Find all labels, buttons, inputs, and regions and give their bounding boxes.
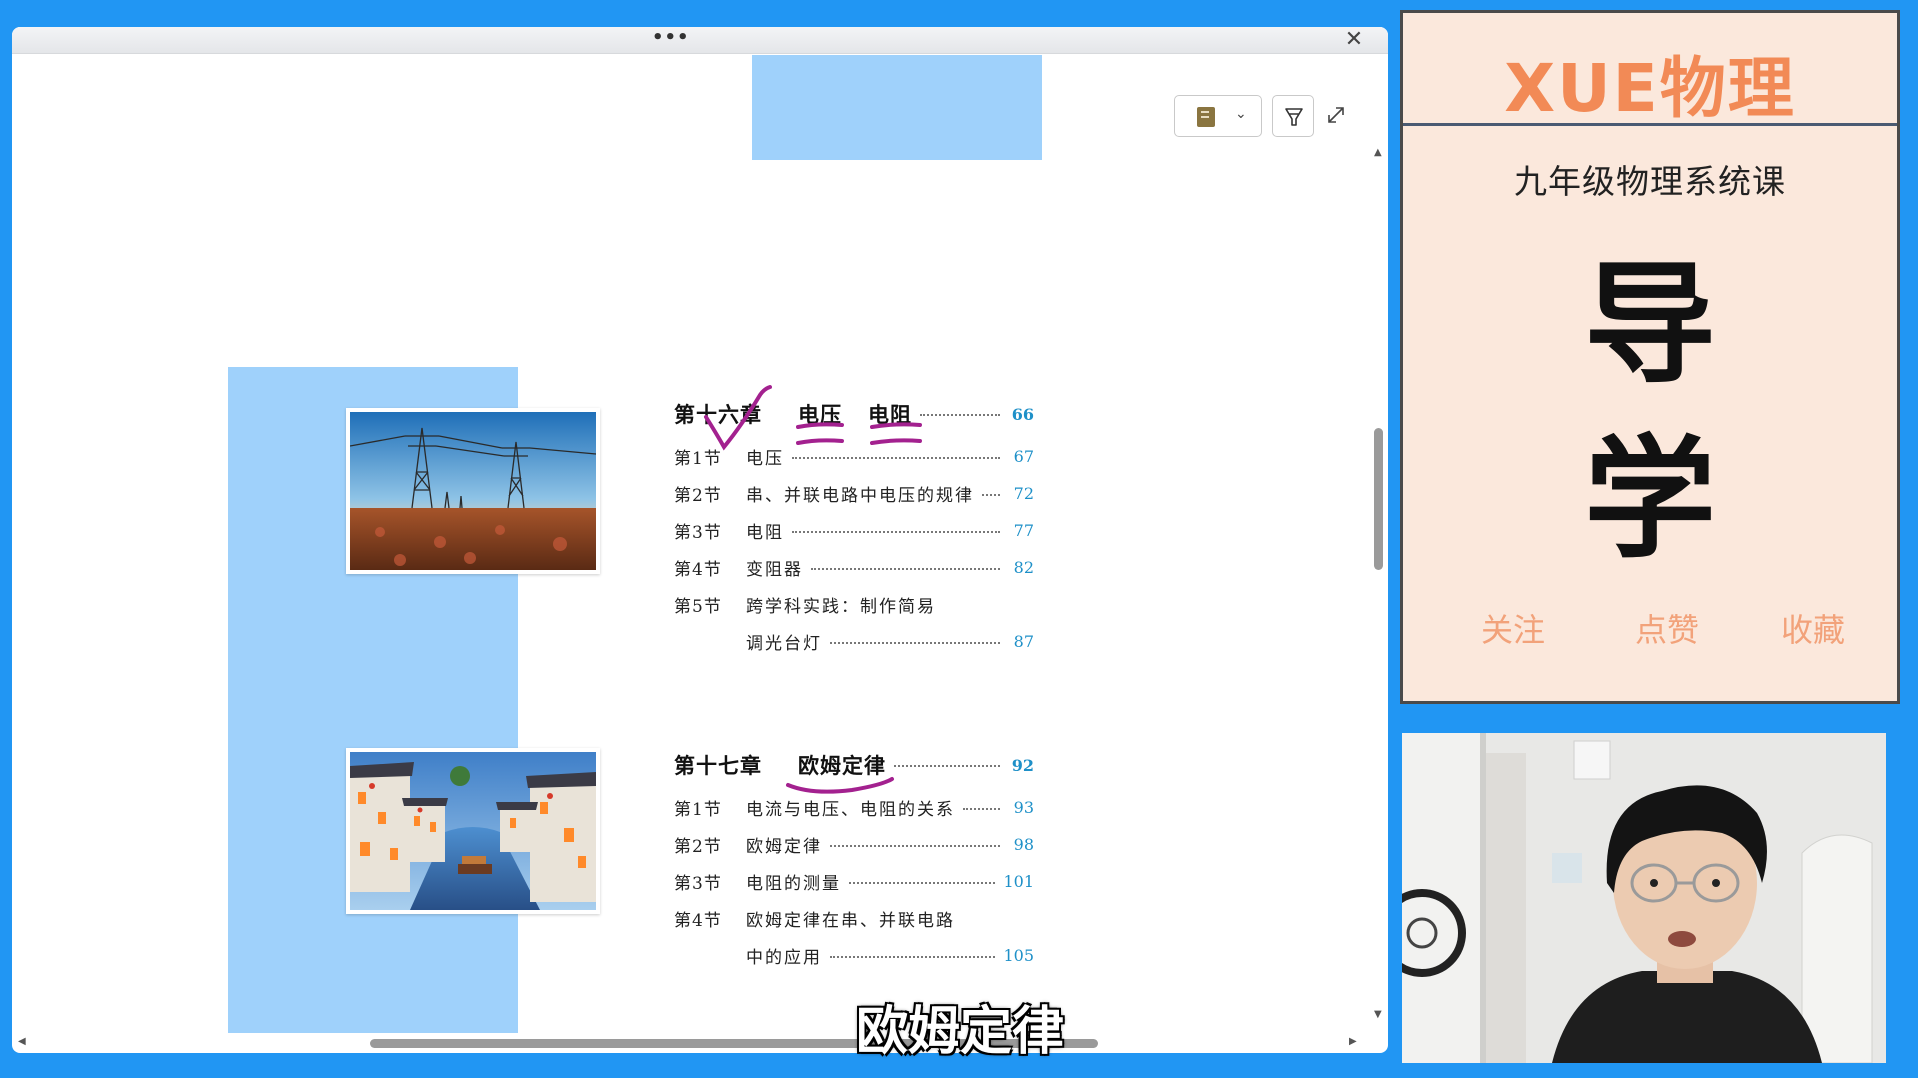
section-title: 变阻器 [746, 560, 803, 580]
horizontal-scrollbar[interactable]: ◀ ▶ [12, 1033, 1368, 1053]
toc-section-row[interactable]: 第1节 电压 67 [674, 438, 1034, 475]
leader-dots [792, 530, 1000, 533]
notebook-dropdown[interactable]: ⌄ [1174, 95, 1262, 137]
toc-section-row[interactable]: 第3节 电阻 77 [674, 512, 1034, 549]
toc-section-row[interactable]: 第3节 电阻的测量 101 [674, 863, 1034, 900]
lesson-title-char: 导 [1584, 248, 1716, 402]
follow-button[interactable]: 关注 [1453, 605, 1573, 651]
page-number: 67 [1013, 447, 1034, 466]
leader-dots [982, 493, 1000, 496]
webcam-image [1402, 733, 1886, 1063]
lesson-title-char: 学 [1584, 423, 1716, 577]
expand-icon[interactable] [1324, 103, 1348, 127]
leader-dots [920, 414, 1000, 416]
card-divider [1403, 123, 1897, 126]
leader-dots [963, 807, 1000, 810]
section-title: 欧姆定律在串、并联电路 [746, 911, 955, 931]
close-icon[interactable]: ✕ [1342, 29, 1366, 52]
page-decoration-top [752, 55, 1042, 160]
page-number: 72 [1013, 484, 1034, 503]
toc-section-row[interactable]: 第5节 跨学科实践：制作简易 [674, 586, 1034, 623]
leader-dots [792, 456, 1000, 459]
section-number: 第1节 [674, 449, 722, 469]
toc-section-row[interactable]: 第2节 串、并联电路中电压的规律 72 [674, 475, 1034, 512]
toc-section-row-continued[interactable]: 调光台灯 87 [674, 623, 1034, 660]
more-options-icon[interactable]: ••• [652, 29, 689, 49]
page-number: 87 [1013, 632, 1034, 651]
toc-chapter-17: 第十七章 欧姆定律 92 第1节 电流与电压、电阻的关系 93 第2节 欧姆定律… [674, 741, 1034, 974]
course-info-card: XUE物理 九年级物理系统课 导 学 关注 点赞 收藏 [1400, 10, 1900, 704]
section-number: 第3节 [674, 874, 722, 894]
section-number: 第2节 [674, 837, 722, 857]
page-number: 82 [1013, 558, 1034, 577]
leader-dots [894, 765, 1000, 767]
section-title: 电流与电压、电阻的关系 [746, 800, 955, 820]
section-title: 跨学科实践：制作简易 [746, 597, 936, 617]
video-subtitle: 欧姆定律 [855, 1002, 1064, 1062]
section-number: 第4节 [674, 560, 722, 580]
notebook-icon [1197, 107, 1215, 127]
toc-chapter-row[interactable]: 第十七章 欧姆定律 92 [674, 741, 1034, 789]
section-number: 第4节 [674, 911, 722, 931]
section-number: 第5节 [674, 597, 722, 617]
toc-section-row-continued[interactable]: 中的应用 105 [674, 937, 1034, 974]
toc-section-row[interactable]: 第1节 电流与电压、电阻的关系 93 [674, 789, 1034, 826]
chapter-title: 电压 电阻 [798, 402, 912, 427]
leader-dots [811, 567, 1000, 570]
vertical-scrollbar[interactable]: ▲ ▼ [1372, 147, 1386, 1027]
chevron-down-icon: ⌄ [1235, 106, 1247, 122]
section-number: 第2节 [674, 486, 722, 506]
like-button[interactable]: 点赞 [1607, 605, 1727, 651]
document-page: ⌄ 第十六章 电压 电阻 66 第1节 电压 67 第2节 串、并联电路中电压的… [12, 55, 1368, 1033]
toc-chapter-16: 第十六章 电压 电阻 66 第1节 电压 67 第2节 串、并联电路中电压的规律 … [674, 390, 1034, 660]
leader-dots [830, 955, 996, 958]
chapter-title: 欧姆定律 [798, 753, 886, 778]
brand-title: XUE物理 [1504, 50, 1796, 127]
section-title: 电阻的测量 [746, 874, 841, 894]
section-title: 中的应用 [746, 948, 822, 968]
scroll-right-arrow-icon[interactable]: ▶ [1349, 1036, 1357, 1047]
document-viewer-window: ••• ✕ ⌄ 第十六章 电压 电阻 66 第1节 电压 67 第2节 串、并联… [12, 27, 1388, 1053]
leader-dots [849, 881, 996, 884]
vertical-scroll-thumb[interactable] [1374, 428, 1383, 570]
toc-section-row[interactable]: 第2节 欧姆定律 98 [674, 826, 1034, 863]
page-number: 77 [1013, 521, 1034, 540]
collect-button[interactable]: 收藏 [1753, 605, 1873, 651]
scroll-left-arrow-icon[interactable]: ◀ [18, 1036, 26, 1047]
highlighter-icon [1285, 108, 1303, 126]
section-title: 电压 [746, 449, 784, 469]
section-title: 调光台灯 [746, 634, 822, 654]
scroll-down-arrow-icon[interactable]: ▼ [1374, 1009, 1382, 1020]
webcam-feed [1402, 733, 1886, 1063]
leader-dots [830, 844, 1000, 847]
toc-chapter-row[interactable]: 第十六章 电压 电阻 66 [674, 390, 1034, 438]
highlighter-button[interactable] [1272, 95, 1314, 137]
section-title: 串、并联电路中电压的规律 [746, 486, 974, 506]
page-number: 105 [1003, 946, 1034, 965]
section-number: 第1节 [674, 800, 722, 820]
toc-section-row[interactable]: 第4节 变阻器 82 [674, 549, 1034, 586]
toc-section-row[interactable]: 第4节 欧姆定律在串、并联电路 [674, 900, 1034, 937]
section-number: 第3节 [674, 523, 722, 543]
chapter16-photo [346, 408, 600, 574]
viewer-title-bar: ••• ✕ [12, 27, 1388, 54]
page-number: 66 [1011, 404, 1034, 424]
leader-dots [830, 641, 1000, 644]
section-title: 欧姆定律 [746, 837, 822, 857]
chapter-number: 第十七章 [674, 753, 762, 778]
scroll-up-arrow-icon[interactable]: ▲ [1374, 147, 1382, 158]
section-title: 电阻 [746, 523, 784, 543]
course-title: 九年级物理系统课 [1514, 162, 1786, 201]
page-number: 101 [1003, 872, 1034, 891]
chapter17-photo [346, 748, 600, 914]
page-number: 93 [1013, 798, 1034, 817]
page-number: 92 [1011, 755, 1034, 775]
chapter-number: 第十六章 [674, 402, 762, 427]
page-number: 98 [1013, 835, 1034, 854]
